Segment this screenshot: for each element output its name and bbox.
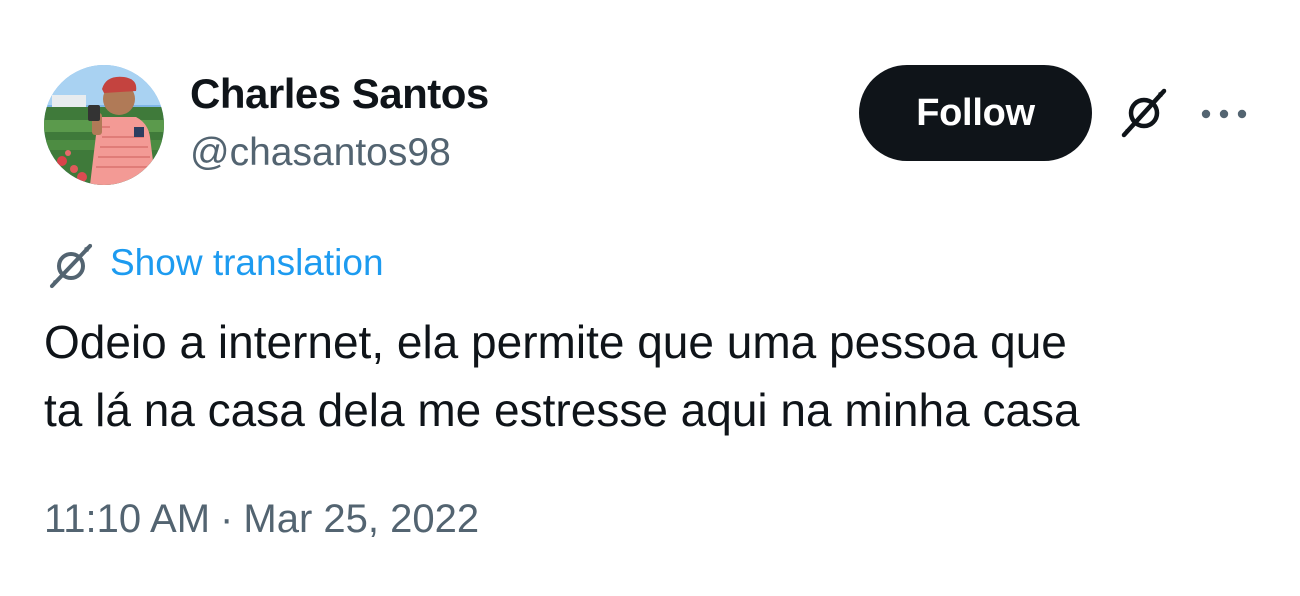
- tweet-card: Charles Santos @chasantos98 Follow Show …: [0, 0, 1300, 596]
- timestamp-separator: ·: [220, 497, 234, 541]
- timestamp: 11:10 AM · Mar 25, 2022: [44, 497, 479, 542]
- follow-button[interactable]: Follow: [859, 65, 1092, 161]
- profile-photo-icon: [44, 65, 164, 185]
- show-translation-link[interactable]: Show translation: [110, 242, 384, 284]
- tweet-date[interactable]: Mar 25, 2022: [243, 497, 479, 541]
- tweet-time[interactable]: 11:10 AM: [44, 497, 210, 541]
- grok-icon[interactable]: [1114, 87, 1174, 139]
- author-display-name[interactable]: Charles Santos: [190, 70, 489, 118]
- grok-translate-icon: [44, 242, 98, 290]
- avatar[interactable]: [44, 65, 164, 185]
- tweet-text: Odeio a internet, ela permite que uma pe…: [44, 308, 1254, 444]
- author-handle[interactable]: @chasantos98: [190, 131, 451, 175]
- tweet-text-line: Odeio a internet, ela permite que uma pe…: [44, 316, 1067, 368]
- tweet-text-line: ta lá na casa dela me estresse aqui na m…: [44, 384, 1080, 436]
- more-icon[interactable]: [1198, 100, 1250, 128]
